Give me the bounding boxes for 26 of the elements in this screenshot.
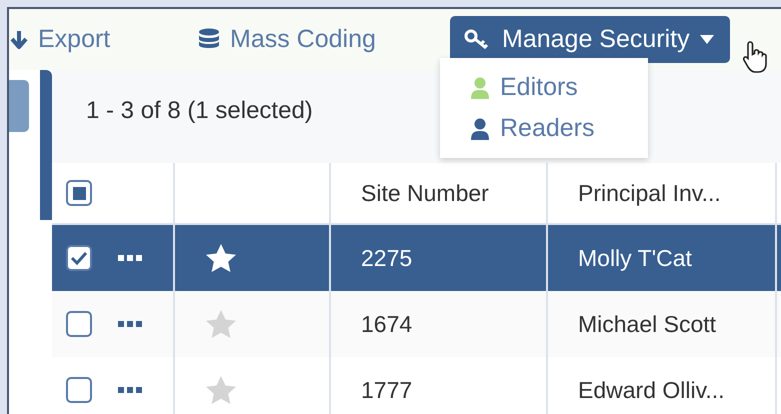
mass-coding-button[interactable]: Mass Coding: [198, 25, 376, 54]
menu-item[interactable]: Readers: [440, 111, 648, 146]
row-checkbox[interactable]: [66, 245, 92, 271]
result-count: 1 - 3 of 8 (1 selected): [86, 96, 313, 124]
caret-icon: [700, 35, 714, 44]
table-cell: Molly T'Cat: [548, 225, 777, 291]
table-cell: 1777: [331, 357, 548, 414]
row-checkbox[interactable]: [66, 377, 92, 403]
manage-dropdown-button[interactable]: Manage Security: [450, 16, 730, 63]
menu-item[interactable]: Editors: [440, 70, 648, 105]
check-icon: [70, 251, 88, 265]
star-icon[interactable]: [205, 309, 237, 339]
down-arrow-icon: [10, 30, 28, 50]
table-cell: Edward Olliv...: [548, 357, 777, 414]
table-cell: 1674: [331, 291, 548, 357]
export-button[interactable]: Export: [10, 25, 110, 54]
star-icon[interactable]: [205, 375, 237, 405]
row-checkbox[interactable]: [66, 311, 92, 337]
more-icon[interactable]: [118, 321, 142, 327]
select-all-checkbox[interactable]: [66, 180, 92, 206]
partial-mark-icon: [72, 186, 86, 200]
more-icon[interactable]: [118, 387, 142, 393]
table-cell: 2275: [331, 225, 548, 291]
more-icon[interactable]: [118, 255, 142, 261]
star-icon[interactable]: [205, 243, 237, 273]
table-cell: Michael Scott: [548, 291, 777, 357]
